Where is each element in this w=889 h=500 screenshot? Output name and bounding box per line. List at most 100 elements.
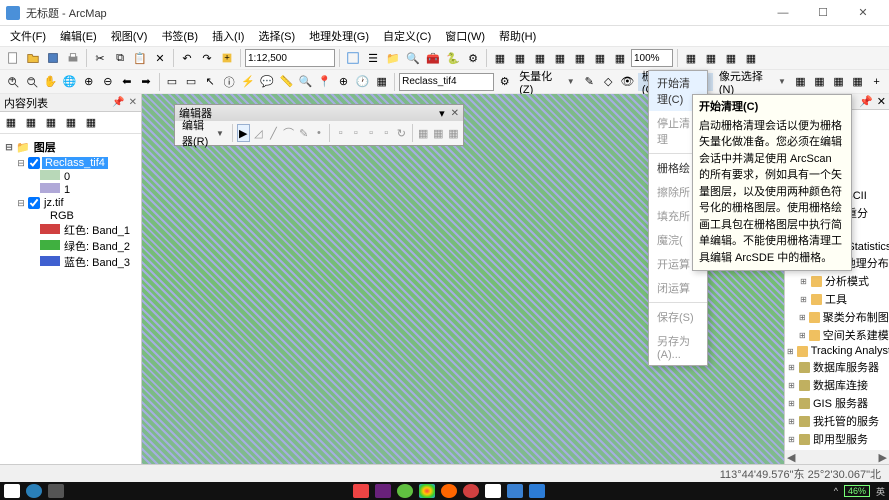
catalog-item[interactable]: 我托管的服务 [813,413,879,429]
catalog-scroll[interactable]: ◀▶ [785,450,889,464]
editor-toolbar-titlebar[interactable]: 编辑器 ▾ ✕ [175,105,463,121]
catalog-item[interactable]: GIS 服务器 [813,395,868,411]
close-button[interactable]: ✕ [843,0,883,26]
redo-button[interactable]: ↷ [198,49,216,67]
cs1[interactable]: ▦ [792,73,809,91]
fixed-zoom-out[interactable]: ⊖ [99,73,116,91]
battery-indicator[interactable]: 46% [844,485,870,497]
toc-root[interactable]: ⊟ 📁 图层 [4,138,137,156]
toc-button[interactable]: ☰ [364,49,382,67]
catalog-item[interactable]: 数据库服务器 [813,359,879,375]
editor-toolbar-close-icon[interactable]: ✕ [451,108,459,119]
chrome-icon[interactable] [419,484,435,498]
maximize-button[interactable]: ☐ [803,0,843,26]
cs2[interactable]: ▦ [811,73,828,91]
add-data-button[interactable]: + [218,49,236,67]
zoom-in-button[interactable]: + [4,73,21,91]
python-button[interactable]: 🐍 [444,49,462,67]
catalog-item[interactable]: 聚类分布制图 [823,309,889,325]
edit-tool[interactable]: ▶ [237,124,250,142]
identify-button[interactable]: ⓘ [221,73,238,91]
pointer-button[interactable]: ↖ [202,73,219,91]
toc-close-icon[interactable]: ✕ [129,97,137,108]
copy-button[interactable]: ⧉ [111,49,129,67]
cut-button[interactable]: ✂ [91,49,109,67]
delete-button[interactable]: ✕ [151,49,169,67]
t9[interactable]: ▦ [702,49,720,67]
new-button[interactable] [4,49,22,67]
start-button[interactable] [4,484,20,498]
editor-toolbar-button[interactable] [344,49,362,67]
toc-options[interactable]: ▦ [82,114,100,132]
layer-checkbox[interactable] [28,157,40,169]
menu-save-as[interactable]: 另存为(A)... [649,329,707,365]
paste-button[interactable]: 📋 [131,49,149,67]
undo-button[interactable]: ↶ [178,49,196,67]
vec-preview[interactable]: 👁 [619,73,636,91]
full-extent-button[interactable]: 🌐 [61,73,78,91]
split[interactable]: ▫ [380,124,393,142]
open-button[interactable] [24,49,42,67]
sketch-properties[interactable]: ▦ [432,124,445,142]
cs3[interactable]: ▦ [830,73,847,91]
menu-close-op[interactable]: 闭运算 [649,276,707,300]
tray-up-icon[interactable]: ^ [834,486,838,496]
toc-list-by-selection[interactable]: ▦ [62,114,80,132]
menu-bookmarks[interactable]: 书签(B) [155,26,204,46]
catalog-item[interactable]: 即用型服务 [813,431,868,447]
firefox-icon[interactable] [441,484,457,498]
minimize-button[interactable]: — [763,0,803,26]
menu-customize[interactable]: 自定义(C) [377,26,437,46]
menu-view[interactable]: 视图(V) [105,26,154,46]
modelbuilder-button[interactable]: ⚙ [464,49,482,67]
vec-shape[interactable]: ◇ [600,73,617,91]
create-features[interactable]: ▦ [447,124,460,142]
vec-trace[interactable]: ✎ [581,73,598,91]
word-icon[interactable] [529,484,545,498]
measure-button[interactable]: 📏 [278,73,295,91]
t1[interactable]: ▦ [491,49,509,67]
menu-edit[interactable]: 编辑(E) [54,26,103,46]
reshape[interactable]: ▫ [349,124,362,142]
editor-menu[interactable]: 编辑器(R)▼ [178,124,228,142]
toc-list-by-source[interactable]: ▦ [22,114,40,132]
menu-selection[interactable]: 选择(S) [252,26,301,46]
menu-save[interactable]: 保存(S) [649,305,707,329]
straight-segment[interactable]: ╱ [267,124,280,142]
catalog-button[interactable]: 📁 [384,49,402,67]
go-to-xy-button[interactable]: ⊕ [335,73,352,91]
menu-file[interactable]: 文件(F) [4,26,52,46]
arcmap-taskbar-icon[interactable] [507,484,523,498]
editor-toolbar-window[interactable]: 编辑器 ▾ ✕ 编辑器(R)▼ ▶ ◿ ╱ ⌒ ✎ • ▫ ▫ ▫ ▫ ↻ ▦ [174,104,464,146]
clear-selection-button[interactable]: ▭ [183,73,200,91]
vs-icon[interactable] [375,484,391,498]
catalog-pin-icon[interactable]: 📌 [859,95,873,108]
edit-annotation-tool[interactable]: ◿ [252,124,265,142]
layer-jz[interactable]: ⊟ jz.tif [16,196,137,210]
arcscan-layer-combo[interactable] [399,73,494,91]
catalog-item[interactable]: 空间关系建模 [823,327,889,343]
app-icon[interactable] [353,484,369,498]
t2[interactable]: ▦ [511,49,529,67]
scale-combo[interactable] [245,49,335,67]
ime-icon[interactable]: 英 [876,485,885,498]
file-explorer-icon[interactable] [485,484,501,498]
cell-selection-menu[interactable]: 像元选择(N)▼ [715,73,790,91]
layer-checkbox[interactable] [28,197,40,209]
wechat-icon[interactable] [397,484,413,498]
menu-help[interactable]: 帮助(H) [493,26,542,46]
html-popup-button[interactable]: 💬 [259,73,276,91]
expander-icon[interactable]: ⊟ [16,158,26,169]
cut-polygons[interactable]: ▫ [364,124,377,142]
t8[interactable]: ▦ [682,49,700,67]
hyperlink-button[interactable]: ⚡ [240,73,257,91]
toc-list-by-visibility[interactable]: ▦ [42,114,60,132]
t7[interactable]: ▦ [611,49,629,67]
t3[interactable]: ▦ [531,49,549,67]
menu-window[interactable]: 窗口(W) [439,26,491,46]
menu-insert[interactable]: 插入(I) [206,26,250,46]
arctoolbox-button[interactable]: 🧰 [424,49,442,67]
point[interactable]: • [312,124,325,142]
pan-button[interactable]: ✋ [42,73,59,91]
catalog-close-icon[interactable]: ✕ [877,95,886,108]
